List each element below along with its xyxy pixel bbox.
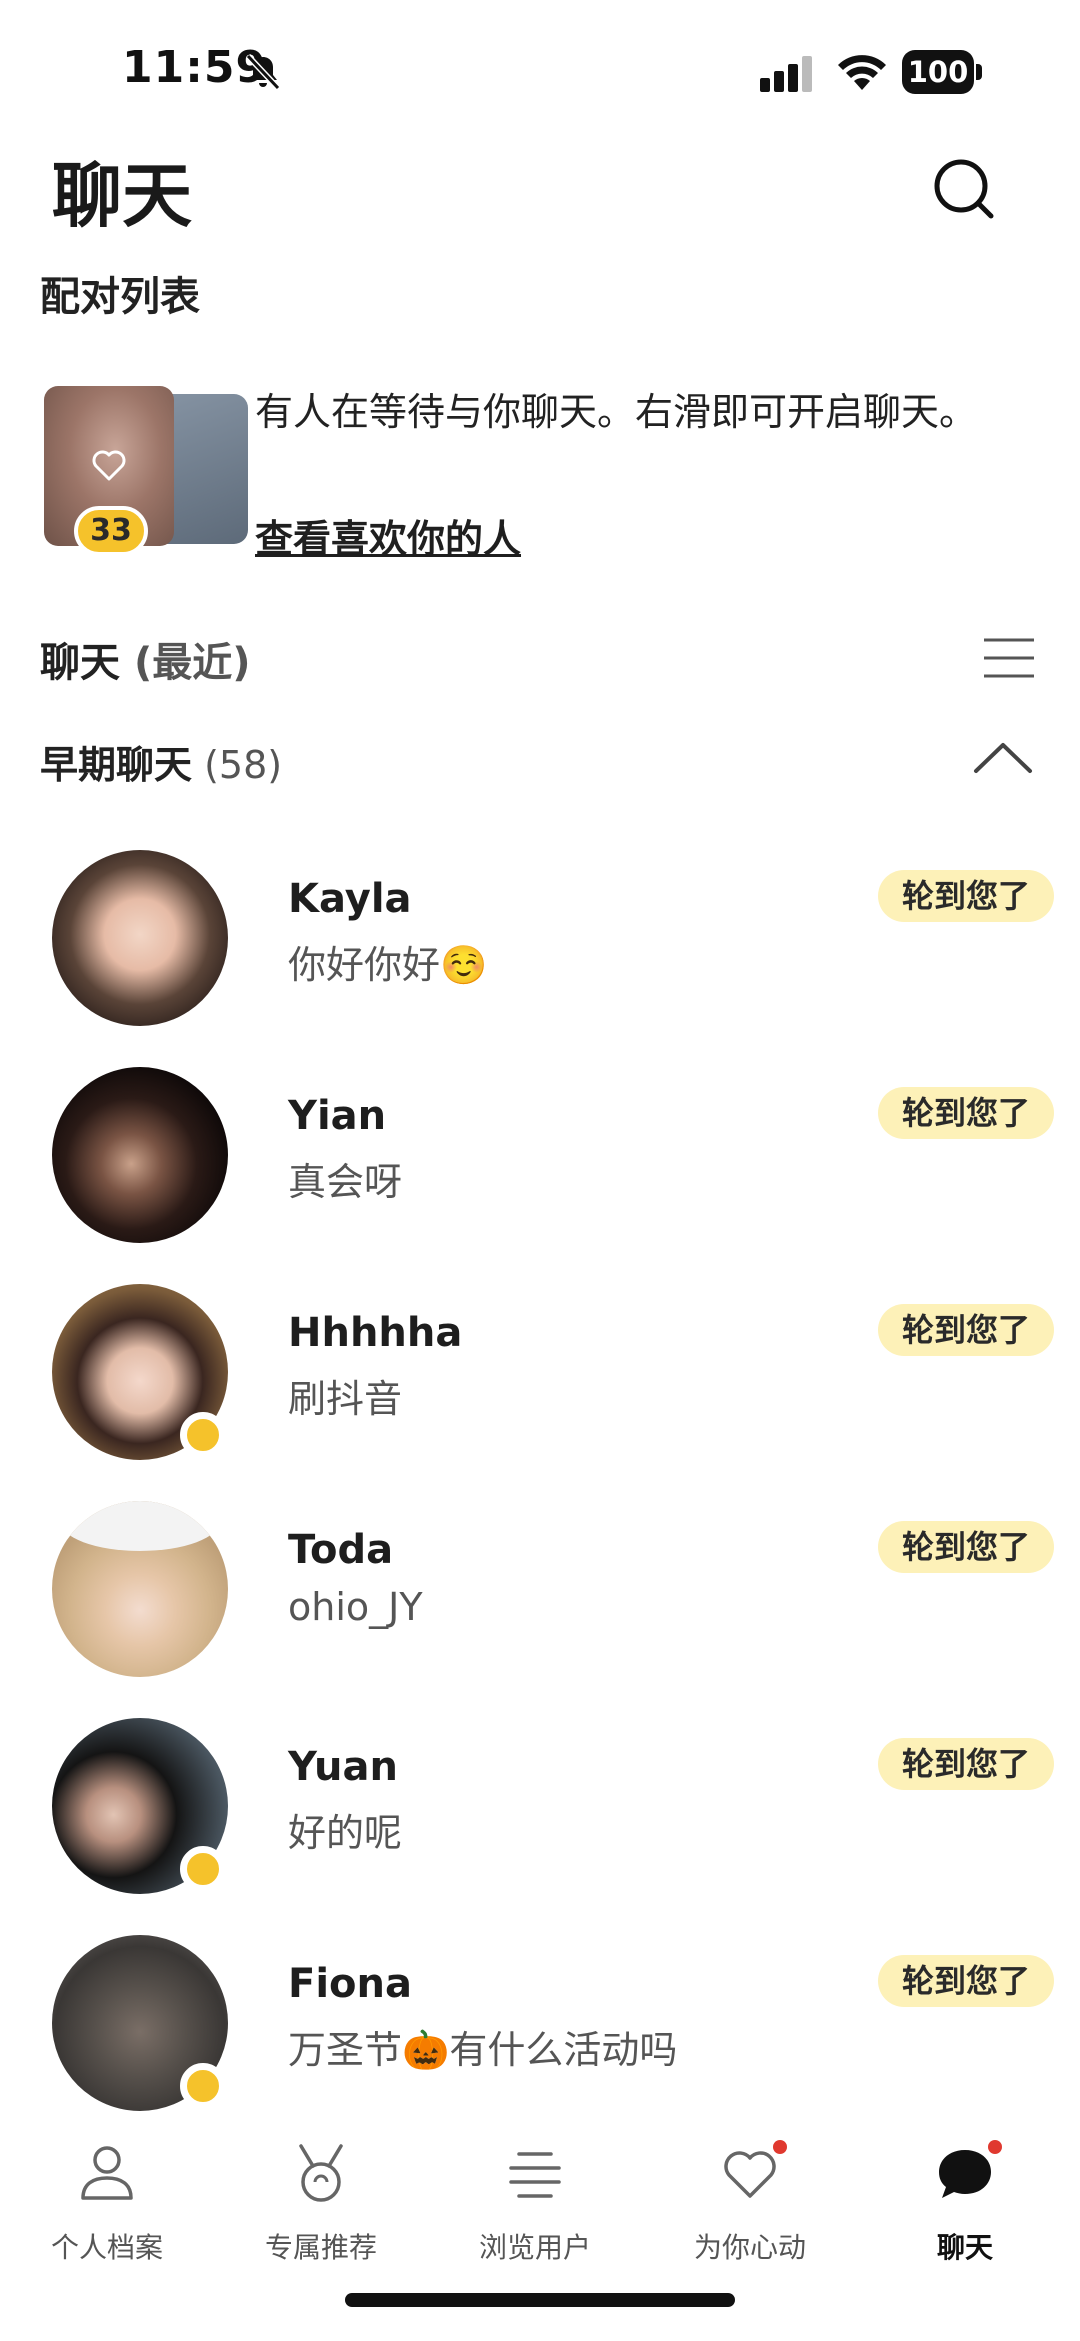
- bell-off-icon: [245, 53, 281, 91]
- nav-label: 浏览用户: [478, 2231, 591, 2264]
- likes-count-badge: 33: [74, 506, 148, 556]
- profile-icon: [81, 2146, 133, 2200]
- early-chats-title: 早期聊天: [40, 743, 193, 787]
- medal-icon: [299, 2144, 343, 2202]
- heart-icon: [724, 2151, 776, 2198]
- online-status-dot: [180, 2063, 226, 2109]
- chat-last-message: 你好你好☺️: [288, 943, 488, 987]
- online-status-dot: [180, 1846, 226, 1892]
- nav-item-recommend[interactable]: 专属推荐: [221, 2132, 421, 2264]
- battery-level: 100: [902, 50, 974, 94]
- likes-card[interactable]: 33 有人在等待与你聊天。右滑即可开启聊天。 查看喜欢你的人: [40, 372, 1040, 572]
- chat-item-fiona[interactable]: Fiona 万圣节🎃有什么活动吗 轮到您了: [0, 1935, 1080, 2135]
- chat-last-message: 好的呢: [288, 1811, 403, 1855]
- chat-item-kayla[interactable]: Kayla 你好你好☺️ 轮到您了: [0, 850, 1080, 1050]
- page-title: 聊天: [52, 155, 192, 237]
- chat-bubble-icon: [939, 2150, 991, 2198]
- early-chats-header[interactable]: 早期聊天 (58): [40, 734, 282, 789]
- avatar[interactable]: [52, 850, 228, 1026]
- avatar-hat-shape: [60, 1501, 220, 1551]
- chat-name: Yuan: [288, 1744, 398, 1790]
- your-turn-badge: 轮到您了: [878, 1304, 1054, 1356]
- nav-label: 聊天: [936, 2231, 993, 2264]
- nav-label: 个人档案: [50, 2231, 163, 2264]
- nav-item-browse[interactable]: 浏览用户: [435, 2132, 635, 2264]
- chat-last-message: 万圣节🎃有什么活动吗: [288, 2028, 678, 2072]
- chat-page: 11:59 100 聊天 配对列表 33 有人在等待与你聊天。右滑即可开启聊天。…: [0, 0, 1080, 2341]
- chat-last-message: ohio_JY: [288, 1585, 423, 1629]
- chat-last-message: 刷抖音: [288, 1377, 403, 1421]
- filter-icon[interactable]: [978, 634, 1040, 684]
- view-likes-link[interactable]: 查看喜欢你的人: [255, 508, 521, 563]
- your-turn-badge: 轮到您了: [878, 1521, 1054, 1573]
- matches-section-title: 配对列表: [40, 274, 200, 320]
- heart-outline-icon: [92, 450, 126, 481]
- avatar[interactable]: [52, 1067, 228, 1243]
- chat-name: Fiona: [288, 1961, 412, 2007]
- wifi-icon: [838, 55, 886, 90]
- chevron-up-icon[interactable]: [970, 735, 1036, 779]
- signal-icon: [760, 56, 812, 92]
- nav-item-profile[interactable]: 个人档案: [7, 2132, 207, 2264]
- chat-name: Hhhhha: [288, 1310, 463, 1356]
- notification-dot: [988, 2140, 1002, 2154]
- chat-name: Kayla: [288, 876, 412, 922]
- chat-item-yian[interactable]: Yian 真会呀 轮到您了: [0, 1067, 1080, 1267]
- chat-name: Yian: [288, 1093, 387, 1139]
- chat-last-message: 真会呀: [288, 1160, 403, 1204]
- chat-item-yuan[interactable]: Yuan 好的呢 轮到您了: [0, 1718, 1080, 1918]
- chat-name: Toda: [288, 1527, 394, 1573]
- battery-cap: [976, 64, 982, 80]
- nav-label: 专属推荐: [264, 2231, 377, 2264]
- avatar[interactable]: [52, 1501, 228, 1677]
- your-turn-badge: 轮到您了: [878, 1738, 1054, 1790]
- browse-icon: [509, 2152, 561, 2198]
- status-bar: 11:59 100: [0, 0, 1080, 140]
- nav-label: 为你心动: [693, 2231, 806, 2264]
- early-chats-count: (58): [204, 743, 283, 787]
- recent-chats-suffix: (最近): [133, 640, 251, 686]
- recent-chats-header: 聊天 (最近): [40, 630, 251, 688]
- nav-item-chat[interactable]: 聊天: [865, 2132, 1065, 2264]
- likes-description: 有人在等待与你聊天。右滑即可开启聊天。: [255, 390, 978, 434]
- home-indicator[interactable]: [345, 2293, 735, 2307]
- nav-item-likes[interactable]: 为你心动: [650, 2132, 850, 2264]
- bottom-nav: 个人档案 专属推荐 浏览用户 为你心动 聊天: [0, 2120, 1080, 2341]
- chat-item-hhhhha[interactable]: Hhhhha 刷抖音 轮到您了: [0, 1284, 1080, 1484]
- recent-chats-title: 聊天: [40, 640, 120, 686]
- your-turn-badge: 轮到您了: [878, 1955, 1054, 2007]
- search-icon[interactable]: [925, 150, 1005, 230]
- your-turn-badge: 轮到您了: [878, 870, 1054, 922]
- notification-dot: [773, 2140, 787, 2154]
- online-status-dot: [180, 1412, 226, 1458]
- chat-item-toda[interactable]: Toda ohio_JY 轮到您了: [0, 1501, 1080, 1701]
- battery-indicator: 100: [902, 50, 982, 94]
- your-turn-badge: 轮到您了: [878, 1087, 1054, 1139]
